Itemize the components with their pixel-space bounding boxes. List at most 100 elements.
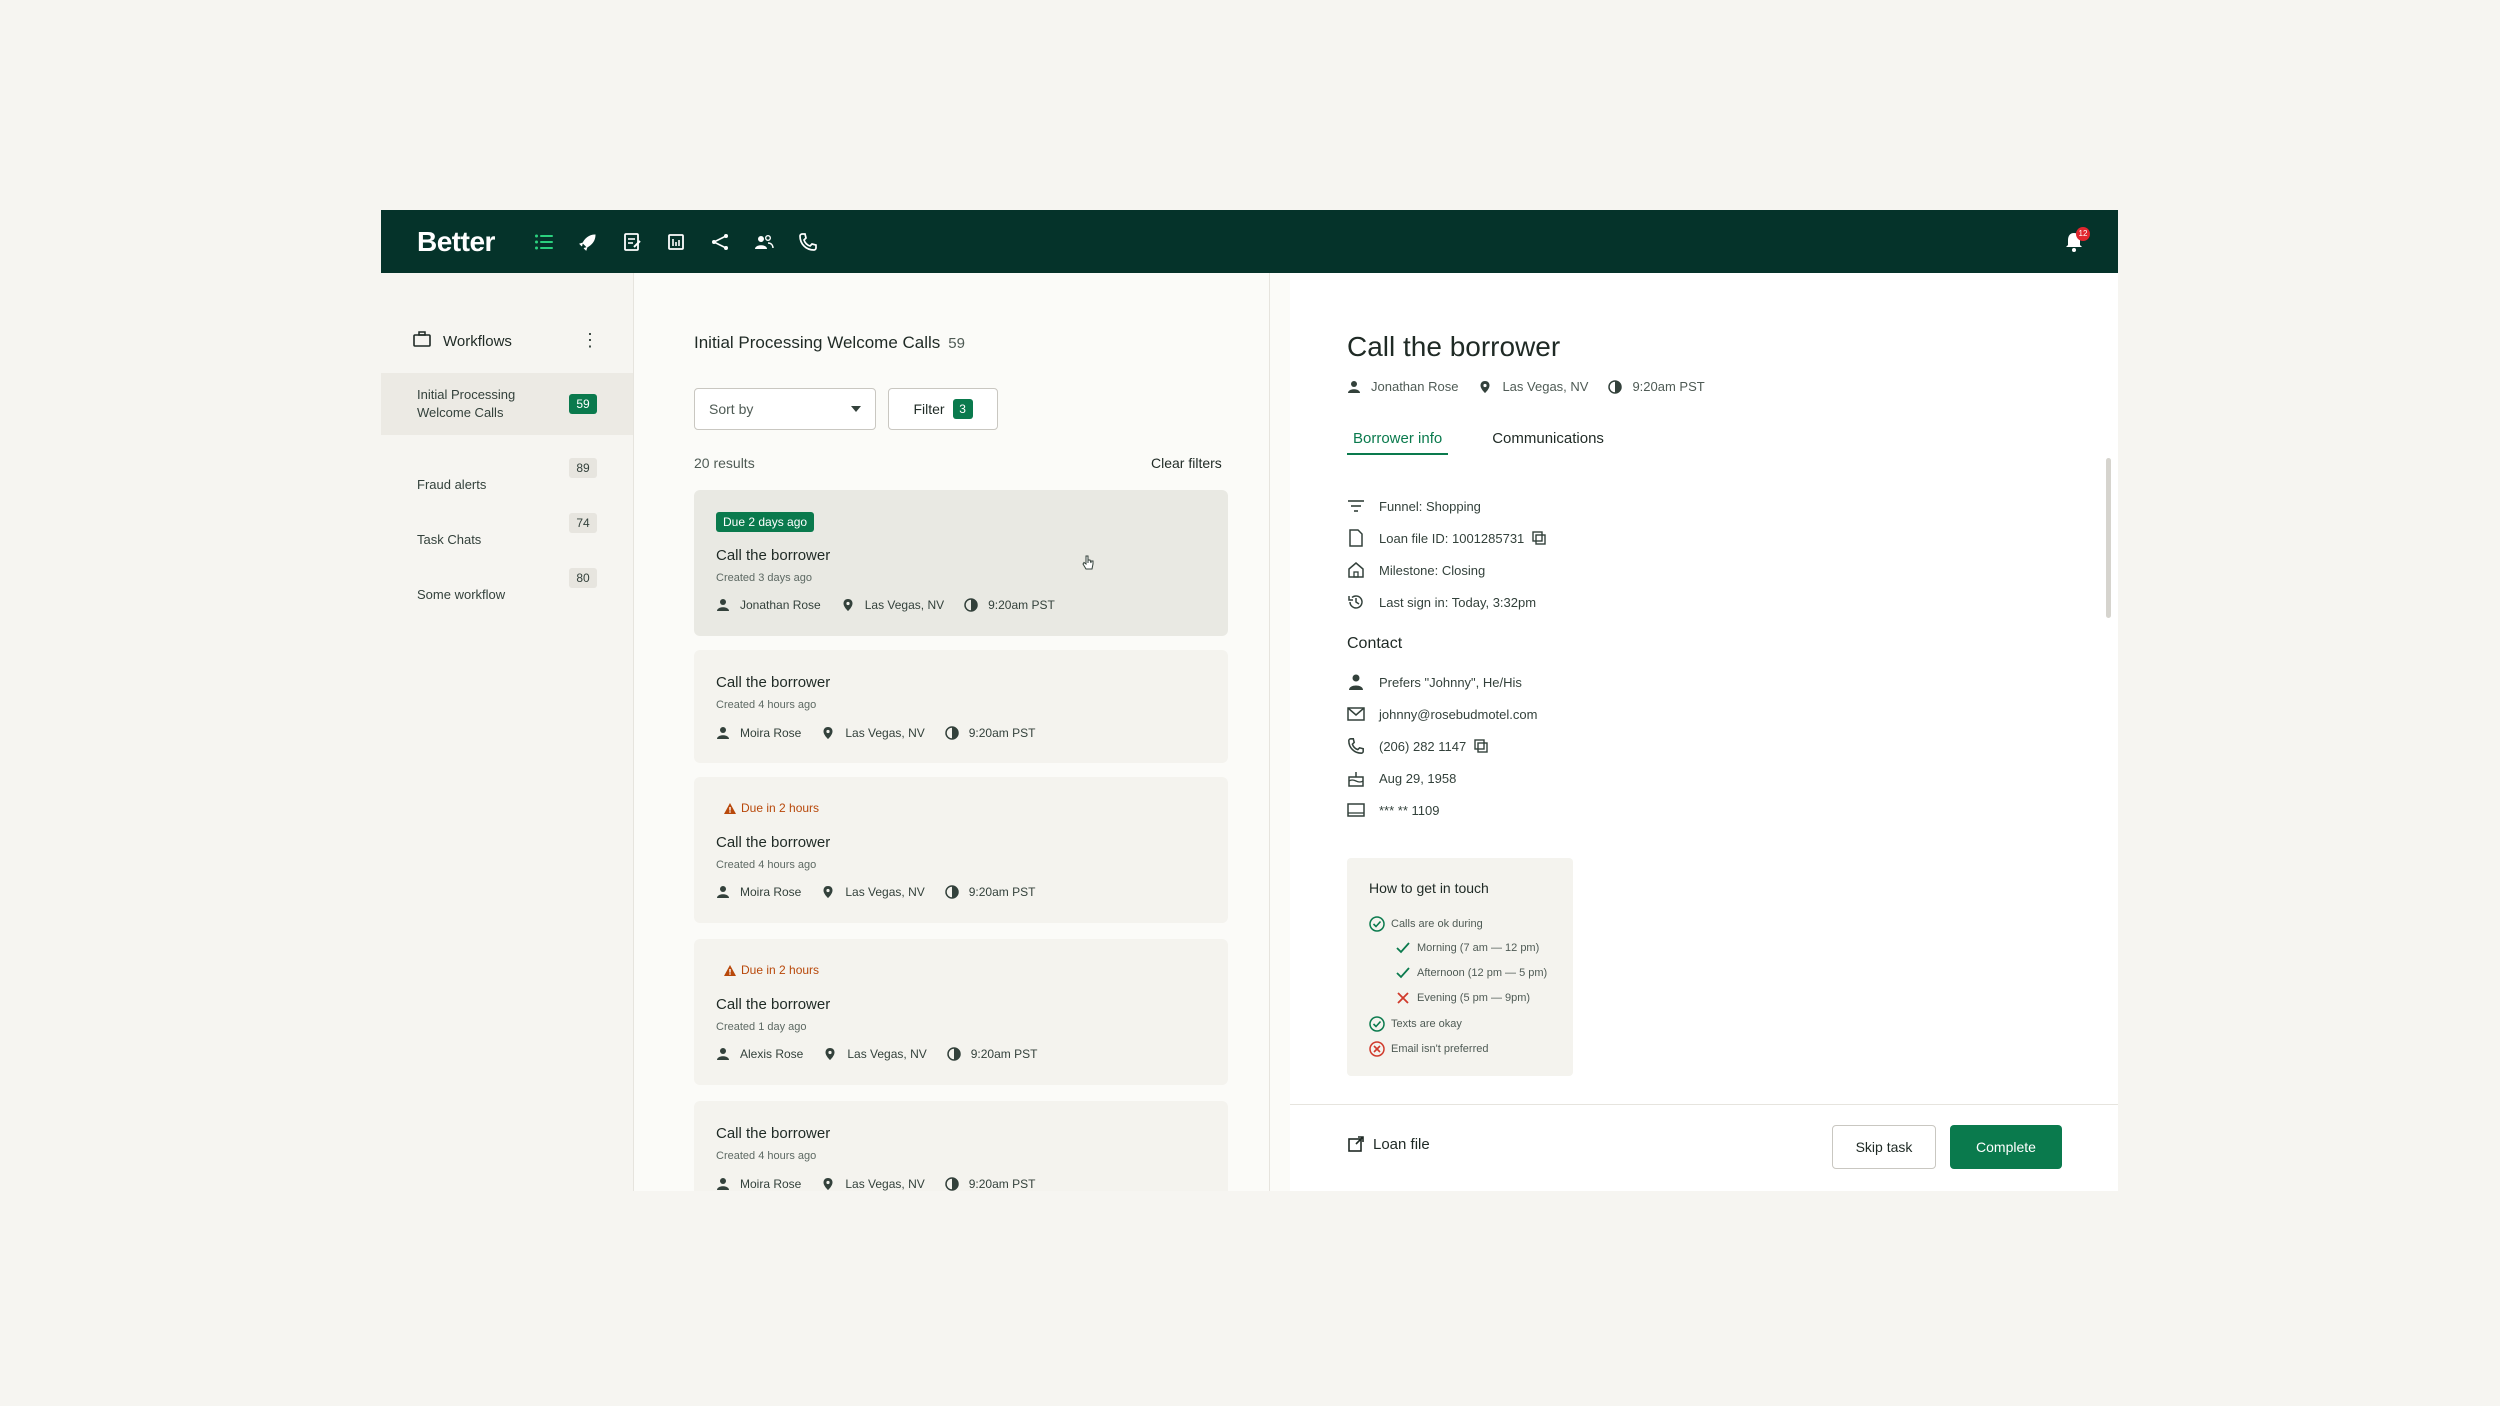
timezone-icon [945,726,959,740]
sidebar-item-label: Fraud alerts [417,477,487,492]
sidebar-item-some-workflow[interactable]: 80 Some workflow [381,568,633,618]
copy-icon[interactable] [1474,739,1488,753]
card-title: Call the borrower [716,674,831,691]
users-icon[interactable] [751,229,777,255]
cake-icon [1347,769,1365,787]
due-badge: Due 2 days ago [716,512,815,532]
check-circle-icon [1369,916,1385,932]
timezone-icon [1608,379,1623,394]
contact-prefers: Prefers "Johnny", He/His [1347,673,1522,691]
check-icon [1396,942,1410,954]
card-meta: Jonathan Rose Las Vegas, NV 9:20am PST [716,598,1055,612]
contact-preferences-title: How to get in touch [1369,880,1489,896]
notifications-bell-icon[interactable]: 12 [2062,227,2090,254]
task-detail-pane: Call the borrower Jonathan Rose Las Vega… [1290,273,2118,1191]
brand-logo[interactable]: Better [417,226,495,258]
info-milestone: Milestone: Closing [1347,561,1485,579]
app-window: Better 12 Workflows ⋮ Initial Processing… [381,210,2118,1191]
card-created: Created 3 days ago [716,572,813,584]
sidebar-item-label: Task Chats [417,532,482,547]
calculator-icon[interactable] [663,229,689,255]
detail-meta: Jonathan Rose Las Vegas, NV 9:20am PST [1347,379,1705,394]
sidebar-item-initial-processing[interactable]: Initial Processing Welcome Calls 59 [381,373,633,435]
top-nav-bar: Better 12 [381,210,2118,273]
task-card[interactable]: Due in 2 hours Call the borrower Created… [694,777,1228,923]
tab-borrower-info[interactable]: Borrower info [1347,430,1449,455]
person-icon [717,727,729,739]
person-icon [717,1178,729,1190]
rocket-icon[interactable] [575,229,601,255]
info-loan-id: Loan file ID: 1001285731 [1347,529,1546,547]
person-icon [717,886,729,898]
caret-down-icon [851,406,861,412]
contact-email[interactable]: johnny@rosebudmotel.com [1347,705,1537,723]
results-count: 20 results [694,455,755,471]
card-created: Created 4 hours ago [716,1150,817,1162]
timezone-icon [945,885,959,899]
contact-phone[interactable]: (206) 282 1147 [1347,737,1488,755]
sidebar-item-count: 59 [569,394,597,414]
timezone-icon [945,1177,959,1191]
sidebar-item-label: Some workflow [417,587,506,602]
checklist-icon[interactable] [619,229,645,255]
contact-ssn: *** ** 1109 [1347,801,1439,819]
detail-title: Call the borrower [1347,331,1561,362]
phone-icon[interactable] [795,229,821,255]
card-meta: Moira Rose Las Vegas, NV 9:20am PST [716,726,1035,740]
sort-dropdown[interactable]: Sort by [694,388,876,430]
timezone-icon [964,598,978,612]
list-count: 59 [948,335,965,352]
location-pin-icon [823,886,833,898]
filter-count-badge: 3 [952,399,973,419]
task-card[interactable]: Due in 2 hours Call the borrower Created… [694,939,1228,1085]
pref-morning: Morning (7 am — 12 pm) [1395,941,1539,955]
filter-icon [1347,497,1365,515]
card-meta: Moira Rose Las Vegas, NV 9:20am PST [716,885,1035,899]
task-card[interactable]: Call the borrower Created 4 hours ago Mo… [694,650,1228,763]
copy-icon[interactable] [1532,531,1546,545]
x-circle-icon [1369,1041,1385,1057]
task-card[interactable]: Due 2 days ago Call the borrower Created… [694,490,1228,636]
list-icon[interactable] [531,229,557,255]
card-created: Created 1 day ago [716,1021,807,1033]
location-pin-icon [825,1048,835,1060]
task-card[interactable]: Call the borrower Created 4 hours ago Mo… [694,1101,1228,1191]
notification-count-badge: 12 [2076,227,2090,241]
document-icon [1347,529,1365,547]
clear-filters-link[interactable]: Clear filters [1151,455,1222,471]
phone-icon [1347,737,1365,755]
card-title: Call the borrower [716,996,831,1013]
x-icon [1397,992,1409,1004]
card-meta: Moira Rose Las Vegas, NV 9:20am PST [716,1177,1035,1191]
loan-file-link[interactable]: Loan file [1347,1135,1430,1153]
workflow-sidebar: Workflows ⋮ Initial Processing Welcome C… [381,273,634,1191]
sidebar-item-count: 89 [569,458,597,478]
detail-tabs: Borrower info Communications [1347,430,1604,455]
share-icon[interactable] [707,229,733,255]
card-title: Call the borrower [716,834,831,851]
skip-task-button[interactable]: Skip task [1832,1125,1936,1169]
card-title: Call the borrower [716,1125,831,1142]
due-warning: Due in 2 hours [724,963,819,977]
card-created: Created 4 hours ago [716,699,817,711]
complete-button[interactable]: Complete [1950,1125,2062,1169]
location-pin-icon [823,727,833,739]
nav-icon-group [531,229,821,255]
sidebar-item-task-chats[interactable]: 74 Task Chats [381,513,633,563]
info-last-sign-in: Last sign in: Today, 3:32pm [1347,593,1536,611]
pref-evening: Evening (5 pm — 9pm) [1395,991,1530,1005]
sidebar-header: Workflows [413,331,512,351]
filter-button[interactable]: Filter 3 [888,388,998,430]
more-options-icon[interactable]: ⋮ [581,330,599,351]
card-meta: Alexis Rose Las Vegas, NV 9:20am PST [716,1047,1037,1061]
tab-communications[interactable]: Communications [1492,430,1604,455]
timezone-icon [947,1047,961,1061]
task-list-pane: Initial Processing Welcome Calls 59 Sort … [634,273,1270,1191]
location-pin-icon [823,1178,833,1190]
person-icon [1347,673,1365,691]
sidebar-item-count: 80 [569,568,597,588]
pref-email: Email isn't preferred [1369,1041,1488,1057]
detail-scrollbar[interactable] [2106,458,2111,618]
location-pin-icon [843,599,853,611]
sidebar-item-fraud-alerts[interactable]: 89 Fraud alerts [381,458,633,508]
